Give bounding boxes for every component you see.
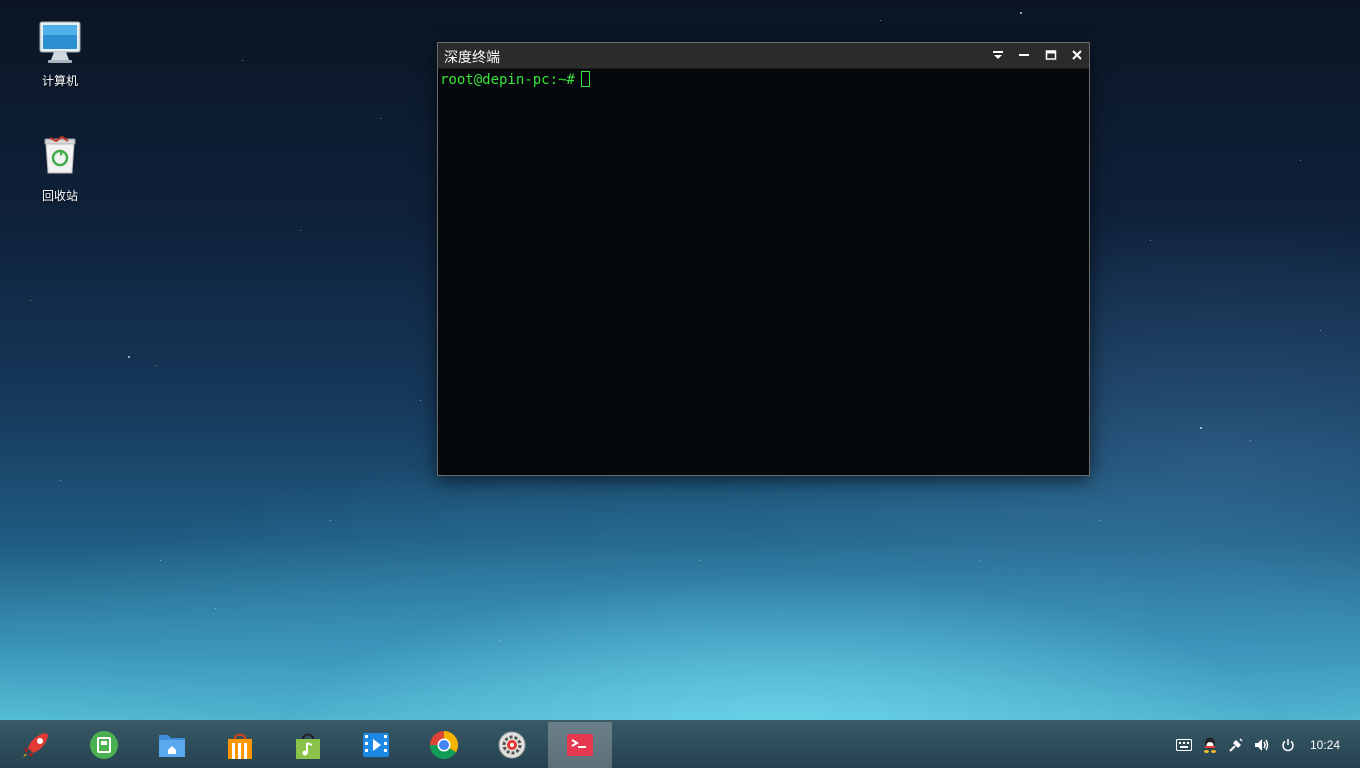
- screen-capture-button[interactable]: [72, 722, 136, 768]
- menu-button[interactable]: [987, 45, 1009, 65]
- app-store-button[interactable]: [208, 722, 272, 768]
- close-icon: [1072, 50, 1082, 60]
- desktop: 计算机 回收站 深度终端 root@depin-pc:~#: [0, 0, 1360, 720]
- music-button[interactable]: [276, 722, 340, 768]
- file-manager-button[interactable]: [140, 722, 204, 768]
- chrome-icon: [430, 731, 458, 759]
- minimize-icon: [1019, 54, 1029, 56]
- network-tray-button[interactable]: [1226, 735, 1246, 755]
- qq-tray-button[interactable]: [1200, 735, 1220, 755]
- taskbar: 10:24: [0, 720, 1360, 768]
- maximize-icon: [1045, 50, 1057, 60]
- music-bag-icon: [296, 733, 320, 759]
- computer-icon: [36, 20, 84, 68]
- desktop-icon-trash[interactable]: 回收站: [20, 135, 100, 204]
- volume-icon: [1255, 739, 1269, 751]
- maximize-button[interactable]: [1040, 45, 1062, 65]
- terminal-prompt: root@depin-pc:~#: [440, 72, 575, 88]
- terminal-cursor: [580, 71, 590, 87]
- desktop-icon-label: 回收站: [41, 189, 78, 203]
- video-player-icon: [363, 733, 389, 757]
- menu-icon: [993, 51, 1003, 59]
- keyboard-tray-button[interactable]: [1174, 735, 1194, 755]
- settings-gear-icon: [498, 731, 526, 759]
- keyboard-icon: [1176, 739, 1192, 751]
- qq-icon: [1204, 737, 1216, 753]
- folder-icon: [159, 735, 185, 757]
- settings-button[interactable]: [480, 722, 544, 768]
- desktop-icon-label: 计算机: [41, 74, 78, 88]
- clock-text: 10:24: [1309, 738, 1341, 752]
- close-button[interactable]: [1066, 45, 1088, 65]
- video-button[interactable]: [344, 722, 408, 768]
- rocket-icon: [23, 733, 48, 758]
- volume-tray-button[interactable]: [1252, 735, 1272, 755]
- window-titlebar[interactable]: 深度终端: [438, 43, 1089, 69]
- trash-icon: [36, 135, 84, 183]
- browser-button[interactable]: [412, 722, 476, 768]
- clock[interactable]: 10:24: [1304, 735, 1346, 755]
- terminal-body[interactable]: root@depin-pc:~#: [438, 69, 1089, 473]
- terminal-button[interactable]: [548, 722, 612, 768]
- power-icon: [1282, 739, 1294, 752]
- network-icon: [1229, 738, 1243, 752]
- store-bag-icon: [228, 733, 252, 759]
- minimize-button[interactable]: [1013, 45, 1035, 65]
- terminal-window[interactable]: 深度终端 root@depin-pc:~#: [437, 42, 1090, 476]
- power-tray-button[interactable]: [1278, 735, 1298, 755]
- terminal-icon: [567, 734, 593, 756]
- launcher-button[interactable]: [4, 722, 68, 768]
- window-title: 深度终端: [444, 50, 500, 66]
- screenshot-icon: [90, 731, 118, 759]
- desktop-icon-computer[interactable]: 计算机: [20, 20, 100, 89]
